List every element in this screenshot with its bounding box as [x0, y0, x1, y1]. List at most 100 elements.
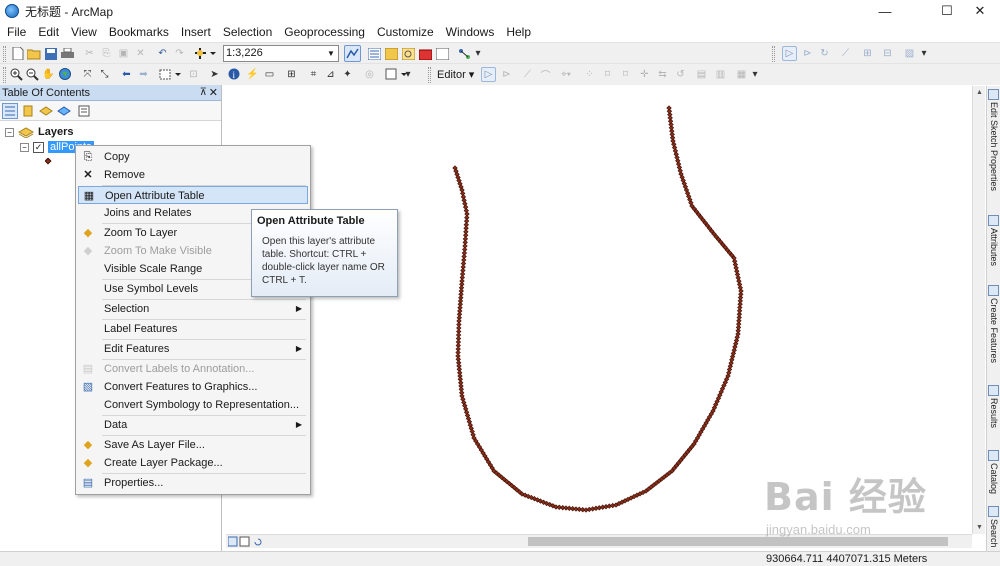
list-by-selection-icon[interactable] — [56, 103, 72, 119]
editor-toolbar-icon[interactable] — [344, 45, 361, 62]
split-tool-icon[interactable]: ✛ — [637, 67, 652, 82]
scroll-up-icon[interactable]: ▲ — [973, 86, 986, 99]
catalog-window-icon[interactable] — [384, 46, 399, 61]
identify-icon[interactable]: i — [227, 67, 242, 82]
straight-segment-icon[interactable]: ⟋ — [520, 67, 535, 82]
group-tool-icon[interactable]: ⊞ — [860, 46, 875, 61]
fixed-zoom-out-icon[interactable]: ⤡ — [97, 67, 112, 82]
go-to-xy-icon[interactable]: ✦ — [340, 67, 355, 82]
menu-item-copy[interactable]: ⎘ Copy — [78, 148, 308, 166]
chevron-down-icon[interactable]: ▼ — [325, 47, 337, 60]
toolbar-grip[interactable] — [772, 46, 775, 62]
scroll-down-icon[interactable]: ▼ — [973, 521, 986, 534]
menu-item-convert-labels-to-annotation[interactable]: ▤ Convert Labels to Annotation... — [78, 360, 308, 378]
zoom-in-icon[interactable] — [9, 67, 24, 82]
menu-geoprocessing[interactable]: Geoprocessing — [279, 22, 370, 42]
clear-selection-icon[interactable]: ⊡ — [186, 67, 201, 82]
new-document-icon[interactable] — [10, 46, 25, 61]
minimize-button[interactable]: — — [862, 0, 908, 22]
line-tool-icon[interactable]: ⟋ — [838, 46, 853, 61]
toolbar-grip[interactable] — [3, 67, 6, 83]
menu-customize[interactable]: Customize — [372, 22, 439, 42]
dock-tab-create-features[interactable]: Create Features — [988, 298, 1000, 363]
time-slider-icon[interactable]: ◎ — [362, 67, 377, 82]
search-window-icon[interactable] — [401, 46, 416, 61]
menu-view[interactable]: View — [66, 22, 102, 42]
menu-item-remove[interactable]: ✕ Remove — [78, 166, 308, 184]
arctoolbox-icon[interactable] — [418, 46, 433, 61]
menu-item-convert-features-to-graphics[interactable]: ▧ Convert Features to Graphics... — [78, 378, 308, 396]
redo-icon[interactable]: ↷ — [172, 46, 187, 61]
edit-annotation-icon[interactable]: ⊳ — [499, 67, 514, 82]
toolbar-options-chevron-icon[interactable]: ▾ — [751, 67, 759, 82]
image-tool-icon[interactable]: ▨ — [902, 46, 917, 61]
html-popup-icon[interactable]: ▭ — [262, 67, 277, 82]
undo-icon[interactable]: ↶ — [155, 46, 170, 61]
dock-tab-catalog[interactable]: Catalog — [988, 463, 1000, 494]
open-folder-icon[interactable] — [26, 46, 41, 61]
select-elements-icon[interactable]: ▷ — [782, 46, 797, 61]
trace-icon[interactable]: ⌖▾ — [556, 67, 576, 82]
find-route-icon[interactable]: ⊿ — [323, 67, 338, 82]
menu-selection[interactable]: Selection — [218, 22, 277, 42]
rotate-feature-icon[interactable]: ⇆ — [655, 67, 670, 82]
toolbar-grip[interactable] — [428, 67, 431, 83]
toolbar-grip[interactable] — [3, 46, 6, 62]
menu-insert[interactable]: Insert — [176, 22, 216, 42]
menu-help[interactable]: Help — [501, 22, 536, 42]
editor-menu[interactable]: Editor ▾ — [437, 68, 474, 81]
map-view-buttons[interactable] — [228, 536, 268, 548]
dock-tab-results[interactable]: Results — [988, 398, 1000, 428]
toolbar-options-chevron-icon[interactable]: ▾ — [920, 46, 928, 61]
dock-tab-attributes[interactable]: Attributes — [988, 228, 1000, 266]
menu-item-create-layer-package[interactable]: ◆ Create Layer Package... — [78, 454, 308, 472]
collapse-icon[interactable]: − — [20, 142, 29, 152]
reshape-feature-icon[interactable]: ⌑ — [600, 67, 615, 82]
list-by-drawing-order-icon[interactable] — [2, 103, 18, 119]
menu-item-open-attribute-table[interactable]: ▦ Open Attribute Table — [78, 186, 308, 204]
select-elements-arrow-icon[interactable]: ➤ — [207, 67, 222, 82]
toolbar-options-chevron-icon[interactable]: ▾ — [474, 46, 482, 61]
rotate-tool-icon[interactable]: ↺ — [673, 67, 688, 82]
layer-visibility-checkbox[interactable]: ✓ — [33, 141, 44, 153]
edit-tool-icon[interactable]: ▷ — [481, 67, 496, 82]
rotate-tool-icon[interactable]: ↻ — [817, 46, 832, 61]
pin-icon[interactable]: ⊼ — [200, 85, 207, 101]
create-features-icon[interactable]: ▦ — [734, 67, 749, 82]
cut-icon[interactable]: ✂ — [82, 46, 97, 61]
pan-hand-icon[interactable]: ✋ — [41, 67, 56, 82]
list-by-source-icon[interactable] — [20, 103, 36, 119]
menu-item-properties[interactable]: ▤ Properties... — [78, 474, 308, 492]
menu-item-save-as-layer-file[interactable]: ◆ Save As Layer File... — [78, 436, 308, 454]
menu-item-selection[interactable]: Selection ▶ — [78, 300, 308, 318]
menu-item-label-features[interactable]: Label Features — [78, 320, 308, 338]
toc-window-icon[interactable] — [367, 46, 382, 61]
menu-windows[interactable]: Windows — [441, 22, 500, 42]
cut-polygons-icon[interactable]: ⌑ — [618, 67, 633, 82]
menu-item-data[interactable]: Data ▶ — [78, 416, 308, 434]
measure-icon[interactable]: ⊞ — [284, 67, 299, 82]
collapse-icon[interactable]: − — [5, 127, 14, 137]
menu-bookmarks[interactable]: Bookmarks — [104, 22, 174, 42]
menu-file[interactable]: File — [2, 22, 31, 42]
full-extent-icon[interactable] — [58, 67, 73, 82]
print-icon[interactable] — [60, 46, 75, 61]
sketch-properties-icon[interactable]: ▥ — [713, 67, 728, 82]
fixed-zoom-in-icon[interactable]: ⤧ — [80, 67, 95, 82]
map-scale-combo[interactable]: 1:3,226 ▼ — [223, 45, 339, 62]
add-data-icon[interactable] — [193, 46, 217, 61]
paste-icon[interactable]: ▣ — [116, 46, 131, 61]
draw-tool-icon[interactable]: ⊳ — [800, 46, 815, 61]
back-extent-icon[interactable]: ⬅ — [119, 67, 134, 82]
select-features-icon[interactable] — [158, 67, 182, 82]
delete-icon[interactable]: ✕ — [133, 46, 148, 61]
layers-group-row[interactable]: − Layers — [5, 124, 73, 140]
attributes-icon[interactable]: ▤ — [694, 67, 709, 82]
dock-tab-search[interactable]: Search — [988, 519, 1000, 548]
end-point-arc-icon[interactable]: ⌒ — [538, 67, 553, 82]
find-binoculars-icon[interactable]: ⌗ — [306, 67, 321, 82]
edit-vertices-icon[interactable]: ⁘ — [582, 67, 597, 82]
align-tool-icon[interactable]: ⊟ — [880, 46, 895, 61]
python-window-icon[interactable] — [435, 46, 450, 61]
menu-item-convert-symbology-to-representation[interactable]: Convert Symbology to Representation... — [78, 396, 308, 414]
